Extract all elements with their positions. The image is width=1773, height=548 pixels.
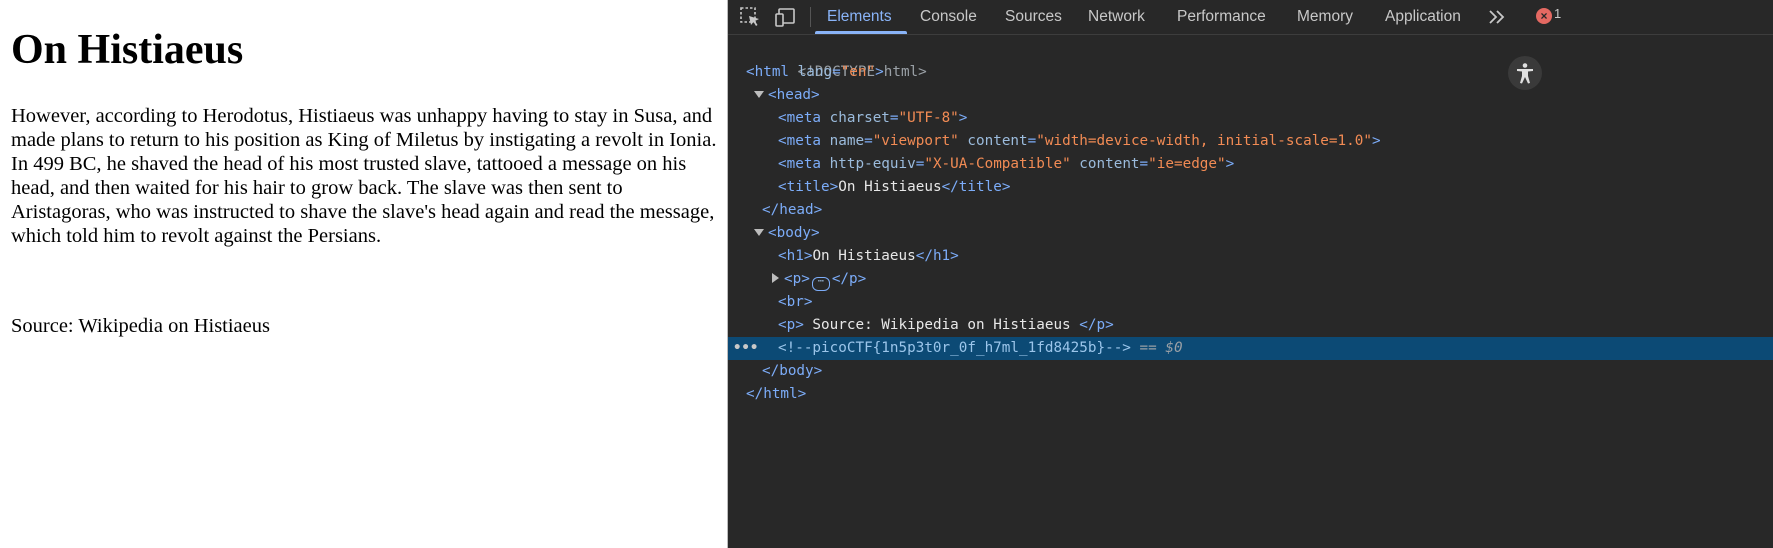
html-comment: <!--picoCTF{1n5p3t0r_0f_h7ml_1fd8425b}--…	[778, 340, 1131, 356]
tag-close-bracket: >	[1371, 133, 1381, 149]
p-source-text: Source: Wikipedia on Histiaeus	[803, 317, 1080, 333]
tab-sources[interactable]: Sources	[1005, 0, 1062, 34]
dom-node-p-collapsed[interactable]: <p> ⋯ </p>	[728, 268, 1773, 291]
equals-sign: =	[1027, 133, 1037, 149]
content-attr: content	[967, 133, 1028, 149]
dom-node-html-close[interactable]: </html>	[728, 383, 1773, 406]
active-tab-indicator	[815, 31, 907, 34]
title-text: On Histiaeus	[838, 179, 942, 195]
dom-node-p-source[interactable]: <p> Source: Wikipedia on Histiaeus </p>	[728, 314, 1773, 337]
equals-sign: =	[1139, 156, 1149, 172]
httpequiv-attr: http-equiv	[829, 156, 916, 172]
h1-text: On Histiaeus	[812, 248, 916, 264]
dom-node-title[interactable]: <title>On Histiaeus</title>	[728, 176, 1773, 199]
meta-tag: <meta	[778, 156, 822, 172]
toolbar-separator	[810, 7, 811, 27]
equals-sign: =	[864, 133, 873, 149]
dom-node-meta-viewport[interactable]: <meta name="viewport" content="width=dev…	[728, 130, 1773, 153]
tag-close-bracket: >	[1225, 156, 1235, 172]
name-value: "viewport"	[872, 133, 959, 149]
dom-node-meta-httpequiv[interactable]: <meta http-equiv = "X-UA-Compatible" conte…	[728, 153, 1773, 176]
tab-application[interactable]: Application	[1385, 0, 1461, 34]
dom-node-body[interactable]: <body>	[728, 222, 1773, 245]
body-close-tag: </body>	[762, 363, 823, 379]
head-close-tag: </head>	[762, 202, 823, 218]
inspect-element-icon[interactable]	[738, 5, 762, 29]
content-value: "ie=edge"	[1148, 156, 1226, 172]
dom-node-comment-selected[interactable]: ••• <!--picoCTF{1n5p3t0r_0f_h7ml_1fd8425b…	[728, 337, 1773, 360]
page-source-text: Source: Wikipedia on Histiaeus	[11, 315, 270, 337]
equals-sign: =	[889, 110, 899, 126]
tag-close-bracket: >	[958, 110, 968, 126]
tab-console[interactable]: Console	[920, 0, 977, 34]
devtools-toolbar: Elements Console Sources Network Perform…	[728, 0, 1773, 35]
equals-sign: =	[832, 64, 841, 80]
dom-node-head[interactable]: <head>	[728, 84, 1773, 107]
h1-close-tag: </h1>	[915, 248, 959, 264]
body-open-tag: <body>	[768, 225, 820, 241]
br-tag: <br>	[778, 294, 813, 310]
httpequiv-value: "X-UA-Compatible"	[924, 156, 1071, 172]
dom-node-head-close[interactable]: </head>	[728, 199, 1773, 222]
tab-elements[interactable]: Elements	[827, 0, 892, 34]
dom-node-doctype[interactable]: <!DOCTYPE html>	[728, 38, 1773, 80]
dom-node-br[interactable]: <br>	[728, 291, 1773, 314]
title-open-tag: <title>	[778, 179, 839, 195]
selected-node-marker: == $0	[1139, 340, 1183, 356]
title-close-tag: </title>	[941, 179, 1011, 195]
row-more-dots-icon[interactable]: •••	[733, 337, 758, 360]
ellipsis-icon[interactable]: ⋯	[811, 277, 830, 291]
error-icon[interactable]: ×	[1536, 8, 1552, 24]
tab-memory[interactable]: Memory	[1297, 0, 1353, 34]
meta-tag: <meta	[778, 133, 822, 149]
dom-node-html[interactable]: <html lang="en">	[728, 61, 1773, 84]
page-heading: On Histiaeus	[11, 27, 244, 73]
dom-node-h1[interactable]: <h1>On Histiaeus</h1>	[728, 245, 1773, 268]
charset-value: "UTF-8"	[898, 110, 959, 126]
page-viewport: On Histiaeus However, according to Herod…	[0, 0, 727, 548]
tab-performance[interactable]: Performance	[1177, 0, 1266, 34]
content-attr: content	[1079, 156, 1140, 172]
h1-open-tag: <h1>	[778, 248, 813, 264]
page-paragraph: However, according to Herodotus, Histiae…	[11, 105, 717, 247]
p-close-tag: </p>	[831, 271, 867, 287]
p-close-tag: </p>	[1079, 317, 1114, 333]
head-open-tag: <head>	[768, 87, 820, 103]
more-tabs-chevron-icon[interactable]	[1485, 5, 1509, 29]
html-close-tag: </html>	[746, 386, 807, 402]
tag-close-bracket: >	[875, 64, 884, 80]
tab-network[interactable]: Network	[1088, 0, 1145, 34]
html-open-tag: <html	[746, 64, 790, 80]
name-attr: name	[829, 133, 865, 149]
expand-triangle-icon[interactable]	[754, 229, 764, 236]
expand-triangle-icon[interactable]	[754, 91, 764, 98]
devtools-panel: Elements Console Sources Network Perform…	[728, 0, 1773, 548]
dom-node-meta-charset[interactable]: <meta charset="UTF-8">	[728, 107, 1773, 130]
dom-node-body-close[interactable]: </body>	[728, 360, 1773, 383]
content-value: "width=device-width, initial-scale=1.0"	[1036, 133, 1372, 149]
lang-attr: lang	[797, 64, 833, 80]
charset-attr: charset	[829, 110, 890, 126]
device-toolbar-icon[interactable]	[774, 5, 798, 29]
lang-value: "en"	[840, 64, 876, 80]
collapse-triangle-icon[interactable]	[772, 273, 779, 283]
p-open-tag: <p>	[784, 271, 810, 287]
meta-tag: <meta	[778, 110, 822, 126]
p-open-tag: <p>	[778, 317, 804, 333]
error-count[interactable]: 1	[1554, 6, 1561, 21]
